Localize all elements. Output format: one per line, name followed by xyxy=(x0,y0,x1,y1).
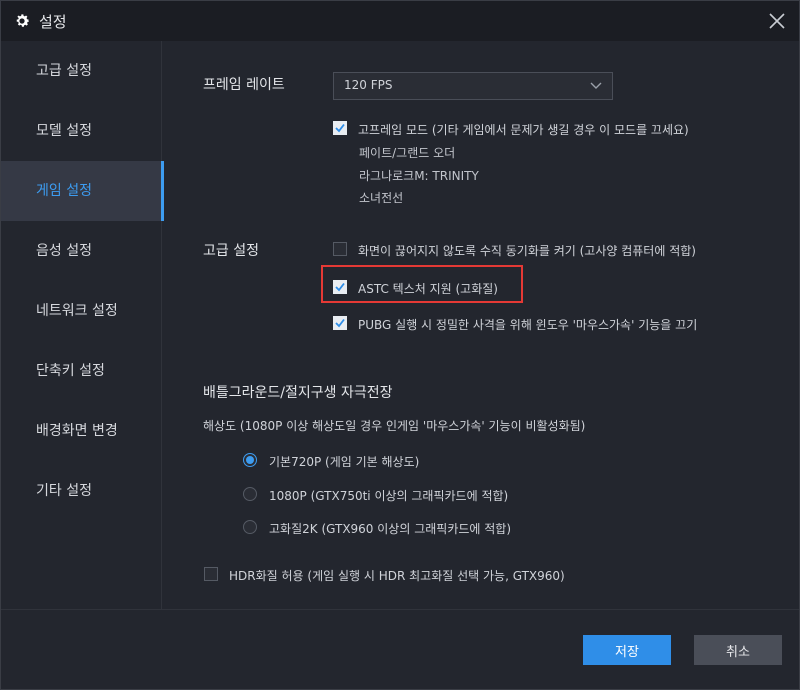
dialog-footer: 저장 취소 xyxy=(1,609,799,689)
frame-rate-label: 프레임 레이트 xyxy=(203,77,285,93)
resolution-radio-720p[interactable] xyxy=(243,453,257,467)
check-icon xyxy=(335,282,345,292)
close-icon[interactable] xyxy=(763,7,791,35)
sidebar-item-advanced[interactable]: 고급 설정 xyxy=(1,41,162,101)
vsync-label: 화면이 끊어지지 않도록 수직 동기화를 켜기 (고사양 컴퓨터에 적합) xyxy=(358,244,696,258)
window-title: 설정 xyxy=(39,13,67,31)
resolution-label-720p: 기본720P (게임 기본 해상도) xyxy=(269,455,420,469)
game-list-item: 소녀전선 xyxy=(359,191,404,205)
sidebar-item-label: 게임 설정 xyxy=(36,183,92,199)
sidebar-item-label: 고급 설정 xyxy=(36,63,92,79)
check-icon xyxy=(335,318,345,328)
gear-icon xyxy=(16,14,30,27)
sidebar-item-network[interactable]: 네트워크 설정 xyxy=(1,281,162,341)
sidebar-item-other[interactable]: 기타 설정 xyxy=(1,461,162,521)
astc-checkbox[interactable] xyxy=(333,280,347,294)
advanced-label: 고급 설정 xyxy=(203,243,259,259)
sidebar-item-label: 배경화면 변경 xyxy=(36,423,118,439)
settings-window: 설정 고급 설정 모델 설정 게임 설정 음성 설정 네트워크 설정 단축키 설… xyxy=(0,0,800,690)
hdr-label: HDR화질 허용 (게임 실행 시 HDR 최고화질 선택 가능, GTX960… xyxy=(229,569,565,583)
sidebar-item-label: 모델 설정 xyxy=(36,123,92,139)
vsync-checkbox[interactable] xyxy=(333,242,347,256)
resolution-label-1080p: 1080P (GTX750ti 이상의 그래픽카드에 적합) xyxy=(269,489,509,503)
sidebar-item-audio[interactable]: 음성 설정 xyxy=(1,221,162,281)
title-bar: 설정 xyxy=(1,1,799,41)
sidebar-item-wallpaper[interactable]: 배경화면 변경 xyxy=(1,401,162,461)
cancel-button[interactable]: 취소 xyxy=(694,635,782,665)
save-button[interactable]: 저장 xyxy=(583,635,671,665)
resolution-radio-1080p[interactable] xyxy=(243,487,257,501)
astc-label: ASTC 텍스처 지원 (고화질) xyxy=(358,282,498,296)
sidebar-item-label: 네트워크 설정 xyxy=(36,303,118,319)
chevron-down-icon xyxy=(590,82,602,89)
sidebar-item-model[interactable]: 모델 설정 xyxy=(1,101,162,161)
sidebar-item-label: 기타 설정 xyxy=(36,483,92,499)
sidebar-item-shortcuts[interactable]: 단축키 설정 xyxy=(1,341,162,401)
pubg-label: PUBG 실행 시 정밀한 사격을 위해 윈도우 '마우스가속' 기능을 끄기 xyxy=(358,318,698,332)
high-frame-mode-label: 고프레임 모드 (기타 게임에서 문제가 생길 경우 이 모드를 끄세요) xyxy=(358,123,689,137)
pubg-checkbox[interactable] xyxy=(333,316,347,330)
sidebar-item-game[interactable]: 게임 설정 xyxy=(1,161,164,221)
frame-rate-select[interactable]: 120 FPS xyxy=(333,72,613,100)
game-list-item: 페이트/그랜드 오더 xyxy=(359,146,456,160)
resolution-note: 해상도 (1080P 이상 해상도일 경우 인게임 '마우스가속' 기능이 비활… xyxy=(203,419,586,433)
resolution-radio-2k[interactable] xyxy=(243,520,257,534)
battleground-title: 배틀그라운드/절지구생 자극전장 xyxy=(203,385,393,401)
hdr-checkbox[interactable] xyxy=(204,567,218,581)
game-list-item: 라그나로크M: TRINITY xyxy=(359,169,479,183)
frame-rate-value: 120 FPS xyxy=(344,78,393,92)
sidebar: 고급 설정 모델 설정 게임 설정 음성 설정 네트워크 설정 단축키 설정 배… xyxy=(1,41,164,609)
sidebar-item-label: 음성 설정 xyxy=(36,243,92,259)
sidebar-item-label: 단축키 설정 xyxy=(36,363,105,379)
high-frame-mode-checkbox[interactable] xyxy=(333,121,347,135)
settings-content: 프레임 레이트 120 FPS 고프레임 모드 (기타 게임에서 문제가 생길 … xyxy=(163,41,799,609)
resolution-label-2k: 고화질2K (GTX960 이상의 그래픽카드에 적합) xyxy=(269,522,512,536)
check-icon xyxy=(335,123,345,133)
